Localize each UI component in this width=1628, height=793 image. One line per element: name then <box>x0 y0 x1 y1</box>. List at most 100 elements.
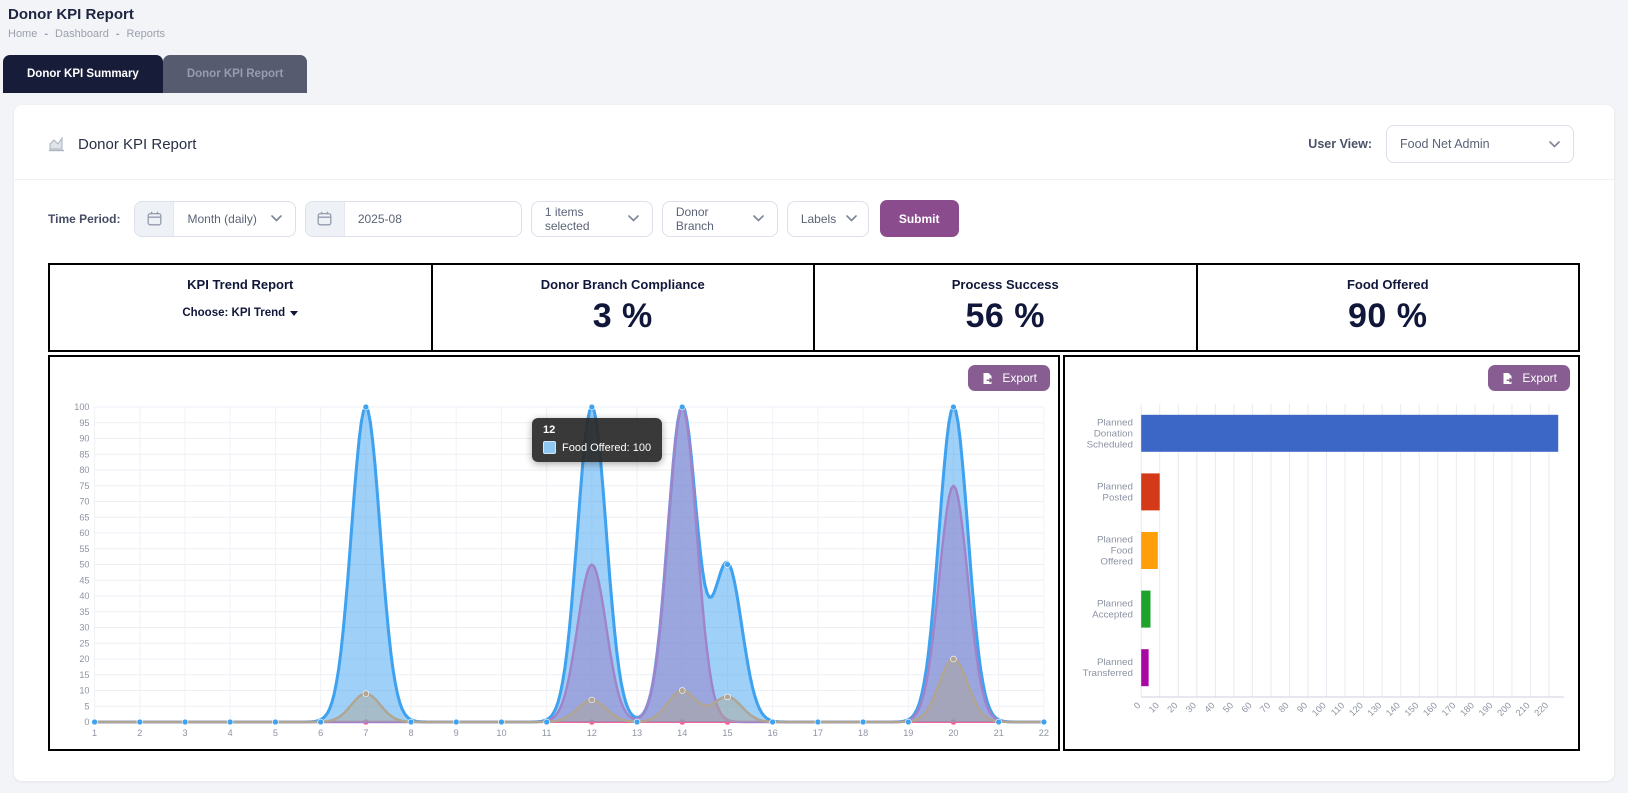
card-title: Donor KPI Report <box>78 136 196 153</box>
breadcrumb-separator: - <box>116 28 120 40</box>
granularity-value: Month (daily) <box>187 212 256 226</box>
svg-text:90: 90 <box>79 434 89 444</box>
svg-text:10: 10 <box>1147 700 1161 714</box>
svg-text:17: 17 <box>813 728 823 738</box>
kpi-summary-row: KPI Trend Report Choose: KPI Trend Donor… <box>48 263 1580 352</box>
svg-text:21: 21 <box>994 728 1004 738</box>
kpi-process-value: 56 % <box>823 297 1188 336</box>
svg-text:PlannedAccepted: PlannedAccepted <box>1092 599 1133 621</box>
items-selected-select[interactable]: 1 items selected <box>531 201 653 237</box>
svg-text:18: 18 <box>858 728 868 738</box>
export-label: Export <box>1002 371 1037 385</box>
svg-text:130: 130 <box>1365 700 1383 718</box>
svg-text:5: 5 <box>84 701 89 711</box>
svg-text:70: 70 <box>1258 700 1272 714</box>
kpi-trend-chooser[interactable]: Choose: KPI Trend <box>182 307 298 319</box>
breadcrumb: Home - Dashboard - Reports <box>8 28 1628 40</box>
svg-text:12: 12 <box>587 728 597 738</box>
svg-text:80: 80 <box>1276 700 1290 714</box>
charts-row: Export 051015202530354045505560657075808… <box>48 355 1580 751</box>
kpi-compliance-value: 3 % <box>441 297 806 336</box>
chevron-down-icon <box>271 215 282 222</box>
labels-select[interactable]: Labels <box>787 201 869 237</box>
export-button[interactable]: Export <box>968 365 1050 391</box>
svg-text:PlannedDonationScheduled: PlannedDonationScheduled <box>1087 417 1133 450</box>
svg-text:55: 55 <box>79 544 89 554</box>
svg-text:30: 30 <box>1184 700 1198 714</box>
svg-text:20: 20 <box>948 728 958 738</box>
svg-text:100: 100 <box>74 402 89 412</box>
svg-text:4: 4 <box>228 728 233 738</box>
svg-text:14: 14 <box>677 728 687 738</box>
user-view-label: User View: <box>1308 137 1372 151</box>
svg-text:40: 40 <box>1202 700 1216 714</box>
chevron-down-icon <box>753 215 764 222</box>
card-header: Donor KPI Report User View: Food Net Adm… <box>14 105 1614 180</box>
svg-text:120: 120 <box>1347 700 1365 718</box>
svg-text:200: 200 <box>1495 700 1513 718</box>
svg-text:45: 45 <box>79 575 89 585</box>
trend-chart[interactable]: 0510152025303540455055606570758085909510… <box>58 393 1050 741</box>
svg-text:11: 11 <box>542 728 551 738</box>
breadcrumb-reports[interactable]: Reports <box>127 28 166 40</box>
calendar-icon <box>135 202 174 236</box>
chevron-down-icon <box>628 215 639 222</box>
export-icon <box>1501 372 1514 385</box>
svg-text:PlannedTransferred: PlannedTransferred <box>1083 657 1133 679</box>
svg-text:5: 5 <box>273 728 278 738</box>
svg-text:22: 22 <box>1039 728 1049 738</box>
month-input[interactable] <box>345 202 521 236</box>
kpi-trend-chooser-label: Choose: KPI Trend <box>182 307 285 319</box>
svg-text:19: 19 <box>903 728 913 738</box>
granularity-group: Month (daily) <box>134 201 295 237</box>
kpi-trend-report-cell: KPI Trend Report Choose: KPI Trend <box>50 265 431 350</box>
svg-text:170: 170 <box>1440 700 1458 718</box>
tab-donor-kpi-report[interactable]: Donor KPI Report <box>163 55 307 93</box>
report-chart-icon <box>48 136 65 152</box>
donor-branch-select[interactable]: Donor Branch <box>662 201 778 237</box>
month-group <box>305 201 522 237</box>
kpi-food-offered-value: 90 % <box>1206 297 1571 336</box>
svg-text:150: 150 <box>1403 700 1421 718</box>
items-selected-value: 1 items selected <box>545 205 618 233</box>
breadcrumb-dashboard[interactable]: Dashboard <box>55 28 109 40</box>
svg-text:190: 190 <box>1477 700 1495 718</box>
svg-text:25: 25 <box>79 638 89 648</box>
export-icon <box>981 372 994 385</box>
breadcrumb-home[interactable]: Home <box>8 28 37 40</box>
svg-text:180: 180 <box>1458 700 1476 718</box>
svg-text:10: 10 <box>496 728 506 738</box>
svg-text:2: 2 <box>137 728 142 738</box>
caret-down-icon <box>290 311 298 316</box>
report-card: Donor KPI Report User View: Food Net Adm… <box>14 105 1614 781</box>
tab-bar: Donor KPI Summary Donor KPI Report <box>3 55 1628 93</box>
svg-text:70: 70 <box>79 497 89 507</box>
svg-text:110: 110 <box>1329 700 1347 717</box>
submit-button[interactable]: Submit <box>880 200 959 237</box>
breadcrumb-separator: - <box>44 28 48 40</box>
kpi-compliance-cell: Donor Branch Compliance 3 % <box>431 265 814 350</box>
export-button[interactable]: Export <box>1488 365 1570 391</box>
status-bar-chart[interactable]: 0102030405060708090100110120130140150160… <box>1073 393 1570 741</box>
kpi-process-title: Process Success <box>823 277 1188 292</box>
svg-text:9: 9 <box>454 728 459 738</box>
svg-text:0: 0 <box>1132 700 1143 710</box>
calendar-icon <box>306 202 345 236</box>
granularity-select[interactable]: Month (daily) <box>174 202 294 236</box>
time-period-label: Time Period: <box>48 212 120 226</box>
svg-text:35: 35 <box>79 607 89 617</box>
svg-text:220: 220 <box>1532 700 1550 718</box>
svg-text:PlannedFoodOffered: PlannedFoodOffered <box>1097 535 1133 568</box>
svg-text:8: 8 <box>408 728 413 738</box>
chevron-down-icon <box>846 215 857 222</box>
user-view-select[interactable]: Food Net Admin <box>1386 125 1574 163</box>
svg-text:7: 7 <box>363 728 368 738</box>
svg-text:10: 10 <box>79 686 89 696</box>
svg-text:20: 20 <box>1165 700 1179 714</box>
svg-text:1: 1 <box>92 728 97 738</box>
svg-text:15: 15 <box>722 728 732 738</box>
svg-text:16: 16 <box>768 728 778 738</box>
svg-text:90: 90 <box>1295 700 1309 714</box>
svg-text:6: 6 <box>318 728 323 738</box>
tab-donor-kpi-summary[interactable]: Donor KPI Summary <box>3 55 163 93</box>
